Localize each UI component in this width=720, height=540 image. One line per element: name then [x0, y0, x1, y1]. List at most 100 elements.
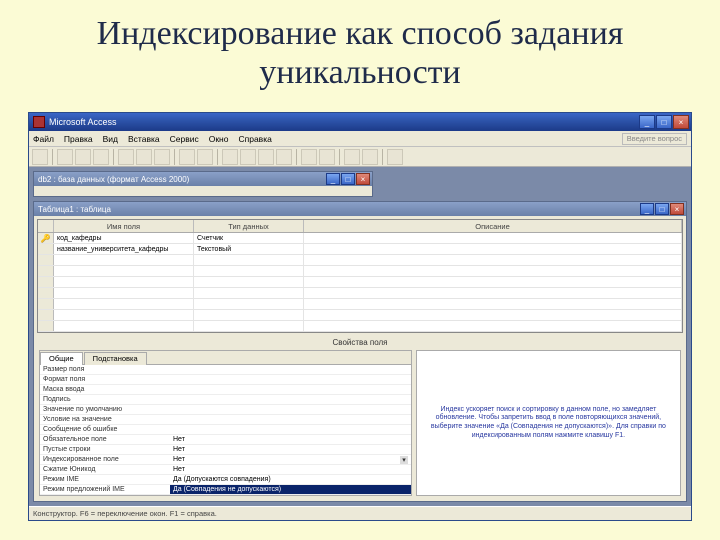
row-selector[interactable]: [38, 299, 54, 309]
field-desc-cell[interactable]: [304, 321, 682, 331]
field-row[interactable]: 🔑код_кафедрыСчетчик: [38, 233, 682, 244]
close-button[interactable]: ×: [673, 115, 689, 129]
field-name-cell[interactable]: [54, 266, 194, 276]
field-name-cell[interactable]: [54, 277, 194, 287]
row-selector[interactable]: [38, 266, 54, 276]
toolbar-paste-button[interactable]: [154, 149, 170, 165]
property-row[interactable]: Условие на значение: [40, 415, 411, 425]
field-desc-cell[interactable]: [304, 244, 682, 254]
toolbar-help-button[interactable]: [387, 149, 403, 165]
field-desc-cell[interactable]: [304, 299, 682, 309]
property-row[interactable]: Режим IMEДа (Допускаются совпадения): [40, 475, 411, 485]
menu-insert[interactable]: Вставка: [128, 134, 160, 144]
row-selector[interactable]: [38, 244, 54, 254]
field-row[interactable]: [38, 255, 682, 266]
field-desc-cell[interactable]: [304, 266, 682, 276]
field-type-cell[interactable]: Текстовый: [194, 244, 304, 254]
toolbar-key-button[interactable]: [222, 149, 238, 165]
field-desc-cell[interactable]: [304, 288, 682, 298]
property-row[interactable]: Подпись: [40, 395, 411, 405]
field-name-cell[interactable]: [54, 299, 194, 309]
toolbar-preview-button[interactable]: [93, 149, 109, 165]
td-close-button[interactable]: ×: [670, 203, 684, 215]
property-value[interactable]: Да (Допускаются совпадения): [170, 475, 411, 484]
field-name-cell[interactable]: [54, 310, 194, 320]
toolbar-insertrow-button[interactable]: [258, 149, 274, 165]
toolbar-properties-button[interactable]: [301, 149, 317, 165]
tab-lookup[interactable]: Подстановка: [84, 352, 147, 365]
field-type-cell[interactable]: Счетчик: [194, 233, 304, 243]
field-row[interactable]: [38, 321, 682, 332]
field-row[interactable]: [38, 299, 682, 310]
menu-edit[interactable]: Правка: [64, 134, 93, 144]
property-row[interactable]: Размер поля: [40, 365, 411, 375]
field-type-cell[interactable]: [194, 310, 304, 320]
property-row[interactable]: Значение по умолчанию: [40, 405, 411, 415]
property-value[interactable]: [170, 385, 411, 394]
field-type-cell[interactable]: [194, 321, 304, 331]
property-value[interactable]: [170, 395, 411, 404]
property-row[interactable]: Сообщение об ошибке: [40, 425, 411, 435]
maximize-button[interactable]: □: [656, 115, 672, 129]
property-row[interactable]: Пустые строкиНет: [40, 445, 411, 455]
toolbar-dbwindow-button[interactable]: [344, 149, 360, 165]
property-row[interactable]: Формат поля: [40, 375, 411, 385]
menu-view[interactable]: Вид: [103, 134, 118, 144]
menu-window[interactable]: Окно: [209, 134, 229, 144]
property-value[interactable]: [170, 375, 411, 384]
field-type-cell[interactable]: [194, 255, 304, 265]
field-row[interactable]: [38, 310, 682, 321]
property-row[interactable]: Сжатие ЮникодНет: [40, 465, 411, 475]
toolbar-build-button[interactable]: [319, 149, 335, 165]
property-value[interactable]: Да (Совпадения не допускаются): [170, 485, 411, 494]
menu-tools[interactable]: Сервис: [170, 134, 199, 144]
menu-file[interactable]: Файл: [33, 134, 54, 144]
field-row[interactable]: [38, 288, 682, 299]
field-desc-cell[interactable]: [304, 310, 682, 320]
property-value[interactable]: Нет: [170, 445, 411, 454]
field-desc-cell[interactable]: [304, 277, 682, 287]
property-value[interactable]: [170, 415, 411, 424]
field-type-cell[interactable]: [194, 266, 304, 276]
toolbar-save-button[interactable]: [57, 149, 73, 165]
row-selector[interactable]: [38, 310, 54, 320]
field-name-cell[interactable]: название_университета_кафедры: [54, 244, 194, 254]
minimize-button[interactable]: _: [639, 115, 655, 129]
property-row[interactable]: Маска ввода: [40, 385, 411, 395]
toolbar-newobj-button[interactable]: [362, 149, 378, 165]
property-row[interactable]: Индексированное полеНет: [40, 455, 411, 465]
field-desc-cell[interactable]: [304, 255, 682, 265]
field-row[interactable]: [38, 266, 682, 277]
td-minimize-button[interactable]: _: [640, 203, 654, 215]
db-minimize-button[interactable]: _: [326, 173, 340, 185]
row-selector[interactable]: [38, 277, 54, 287]
field-grid[interactable]: Имя поля Тип данных Описание 🔑код_кафедр…: [37, 219, 683, 333]
field-type-cell[interactable]: [194, 299, 304, 309]
property-value[interactable]: Нет: [170, 465, 411, 474]
toolbar-cut-button[interactable]: [118, 149, 134, 165]
property-row[interactable]: Режим предложений IMEДа (Совпадения не д…: [40, 485, 411, 495]
menu-help[interactable]: Справка: [238, 134, 271, 144]
field-type-cell[interactable]: [194, 288, 304, 298]
toolbar-print-button[interactable]: [75, 149, 91, 165]
toolbar-indexes-button[interactable]: [240, 149, 256, 165]
db-maximize-button[interactable]: □: [341, 173, 355, 185]
property-value[interactable]: [170, 405, 411, 414]
toolbar-undo-button[interactable]: [179, 149, 195, 165]
field-name-cell[interactable]: [54, 288, 194, 298]
row-selector[interactable]: [38, 321, 54, 331]
field-name-cell[interactable]: код_кафедры: [54, 233, 194, 243]
row-selector[interactable]: 🔑: [38, 233, 54, 243]
help-search-box[interactable]: Введите вопрос: [622, 133, 687, 145]
row-selector[interactable]: [38, 288, 54, 298]
property-value[interactable]: Нет: [170, 435, 411, 444]
row-selector[interactable]: [38, 255, 54, 265]
toolbar-deleterow-button[interactable]: [276, 149, 292, 165]
field-desc-cell[interactable]: [304, 233, 682, 243]
field-name-cell[interactable]: [54, 321, 194, 331]
field-type-cell[interactable]: [194, 277, 304, 287]
property-value[interactable]: [170, 365, 411, 374]
property-row[interactable]: Обязательное полеНет: [40, 435, 411, 445]
property-value[interactable]: [170, 425, 411, 434]
field-row[interactable]: название_университета_кафедрыТекстовый: [38, 244, 682, 255]
